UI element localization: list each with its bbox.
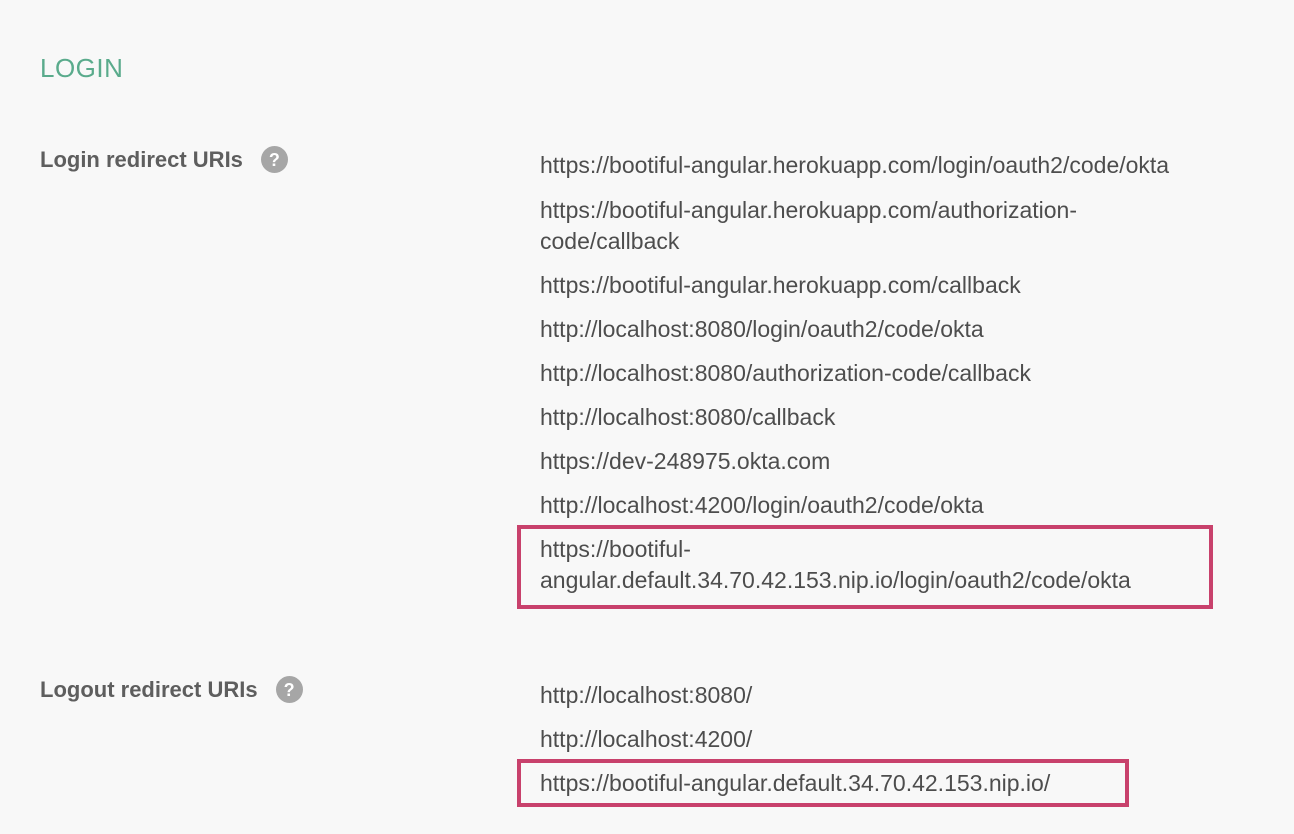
uri-item: http://localhost:8080/callback	[540, 404, 836, 430]
login-redirect-label-text: Login redirect URIs	[40, 146, 243, 172]
help-icon[interactable]: ?	[275, 676, 303, 703]
uri-item: http://localhost:8080/login/oauth2/code/…	[540, 316, 984, 342]
login-redirect-label: Login redirect URIs ?	[40, 146, 288, 173]
app-settings-page: LOGIN Login redirect URIs ? https://boot…	[0, 0, 1294, 834]
section-title-login: LOGIN	[40, 53, 124, 83]
uri-item: https://bootiful-angular.herokuapp.com/l…	[540, 152, 1170, 178]
uri-item: http://localhost:4200/login/oauth2/code/…	[540, 492, 984, 518]
uri-item: https://bootiful-angular.herokuapp.com/c…	[540, 272, 1021, 298]
uri-item: http://localhost:4200/	[540, 726, 753, 752]
uri-item: http://localhost:8080/authorization-code…	[540, 360, 1031, 386]
uri-item: https://bootiful-angular.herokuapp.com/a…	[540, 197, 1077, 254]
uri-item: http://localhost:8080/	[540, 682, 753, 708]
logout-redirect-label: Logout redirect URIs ?	[40, 676, 303, 703]
highlight-box-login-uri	[517, 525, 1213, 609]
logout-redirect-label-text: Logout redirect URIs	[40, 676, 258, 702]
help-icon[interactable]: ?	[260, 146, 288, 173]
uri-item: https://dev-248975.okta.com	[540, 448, 831, 474]
highlight-box-logout-uri	[517, 759, 1129, 807]
